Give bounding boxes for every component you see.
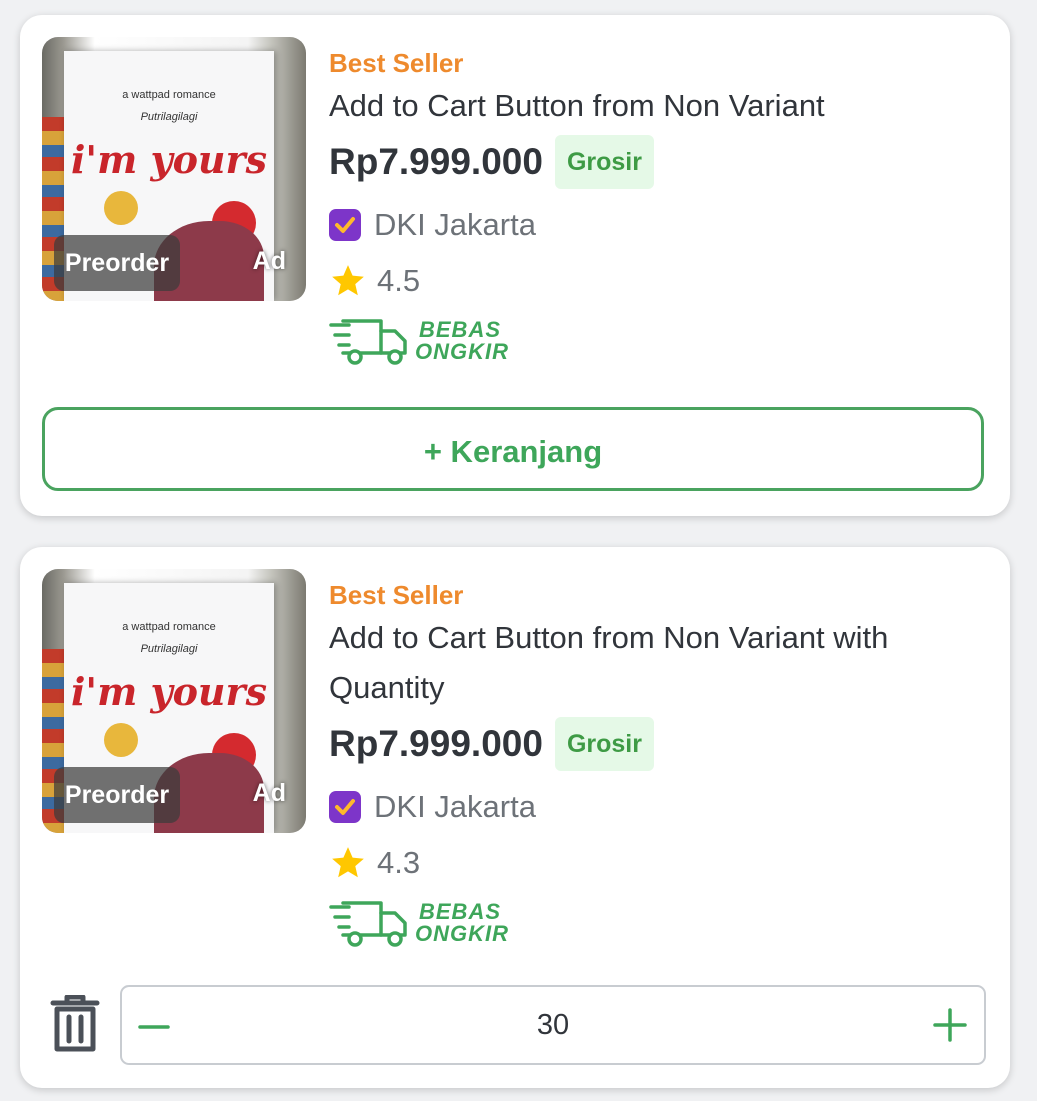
delete-button[interactable] [50,994,100,1058]
free-shipping-line2: ONGKIR [415,921,509,946]
product-image[interactable]: a wattpad romance Putrilagilagi i'm your… [42,569,306,833]
grosir-badge: Grosir [554,135,654,189]
best-seller-label: Best Seller [329,48,464,78]
shop-location: DKI Jakarta [374,207,536,242]
price-row: Rp7.999.000 Grosir [329,135,990,189]
trash-icon [50,994,100,1052]
rating-value: 4.5 [377,263,421,298]
free-shipping-text: BEBAS ONGKIR [415,319,509,363]
product-card[interactable]: a wattpad romance Putrilagilagi i'm your… [20,547,1010,1088]
product-name[interactable]: Add to Cart Button from Non Variant [329,81,990,131]
quantity-stepper[interactable]: 30 [120,985,986,1065]
preorder-tag: Preorder [54,767,180,823]
delivery-truck-icon [329,901,407,947]
location-row: DKI Jakarta [329,785,990,829]
product-price: Rp7.999.000 [329,141,543,182]
rating-row: 4.5 [329,259,990,303]
best-seller-label: Best Seller [329,580,464,610]
free-shipping-line2: ONGKIR [415,339,509,364]
shop-badge-icon [329,791,361,823]
product-image[interactable]: a wattpad romance Putrilagilagi i'm your… [42,37,306,301]
rating-row: 4.3 [329,841,990,885]
cover-text-title: i'm yours [71,137,267,182]
location-row: DKI Jakarta [329,203,990,247]
star-icon [332,265,364,296]
cover-badge [104,723,138,757]
preorder-tag: Preorder [54,235,180,291]
cover-text-author: Putrilagilagi [140,111,198,123]
product-price: Rp7.999.000 [329,723,543,764]
plus-icon[interactable] [932,1007,968,1043]
rating-value: 4.3 [377,845,421,880]
ad-label: Ad [252,247,286,275]
free-shipping-badge: BEBAS ONGKIR [329,317,990,365]
product-name[interactable]: Add to Cart Button from Non Variant with… [329,613,990,713]
add-to-cart-button[interactable]: + Keranjang [42,407,984,491]
cover-text-line1: a wattpad romance [122,621,216,633]
free-shipping-line1: BEBAS [419,317,502,342]
product-info: Best Seller Add to Cart Button from Non … [329,577,990,947]
free-shipping-text: BEBAS ONGKIR [415,901,509,945]
cover-badge [104,191,138,225]
shop-location: DKI Jakarta [374,789,536,824]
quantity-input[interactable]: 30 [122,987,984,1063]
ad-label: Ad [252,779,286,807]
delivery-truck-icon [329,319,407,365]
shop-badge-icon [329,209,361,241]
star-icon [332,847,364,878]
cover-text-line1: a wattpad romance [122,89,216,101]
price-row: Rp7.999.000 Grosir [329,717,990,771]
cover-text-author: Putrilagilagi [140,643,198,655]
product-info: Best Seller Add to Cart Button from Non … [329,45,990,365]
cover-text-title: i'm yours [71,669,267,714]
product-card[interactable]: a wattpad romance Putrilagilagi i'm your… [20,15,1010,516]
free-shipping-badge: BEBAS ONGKIR [329,899,990,947]
grosir-badge: Grosir [554,717,654,771]
free-shipping-line1: BEBAS [419,899,502,924]
